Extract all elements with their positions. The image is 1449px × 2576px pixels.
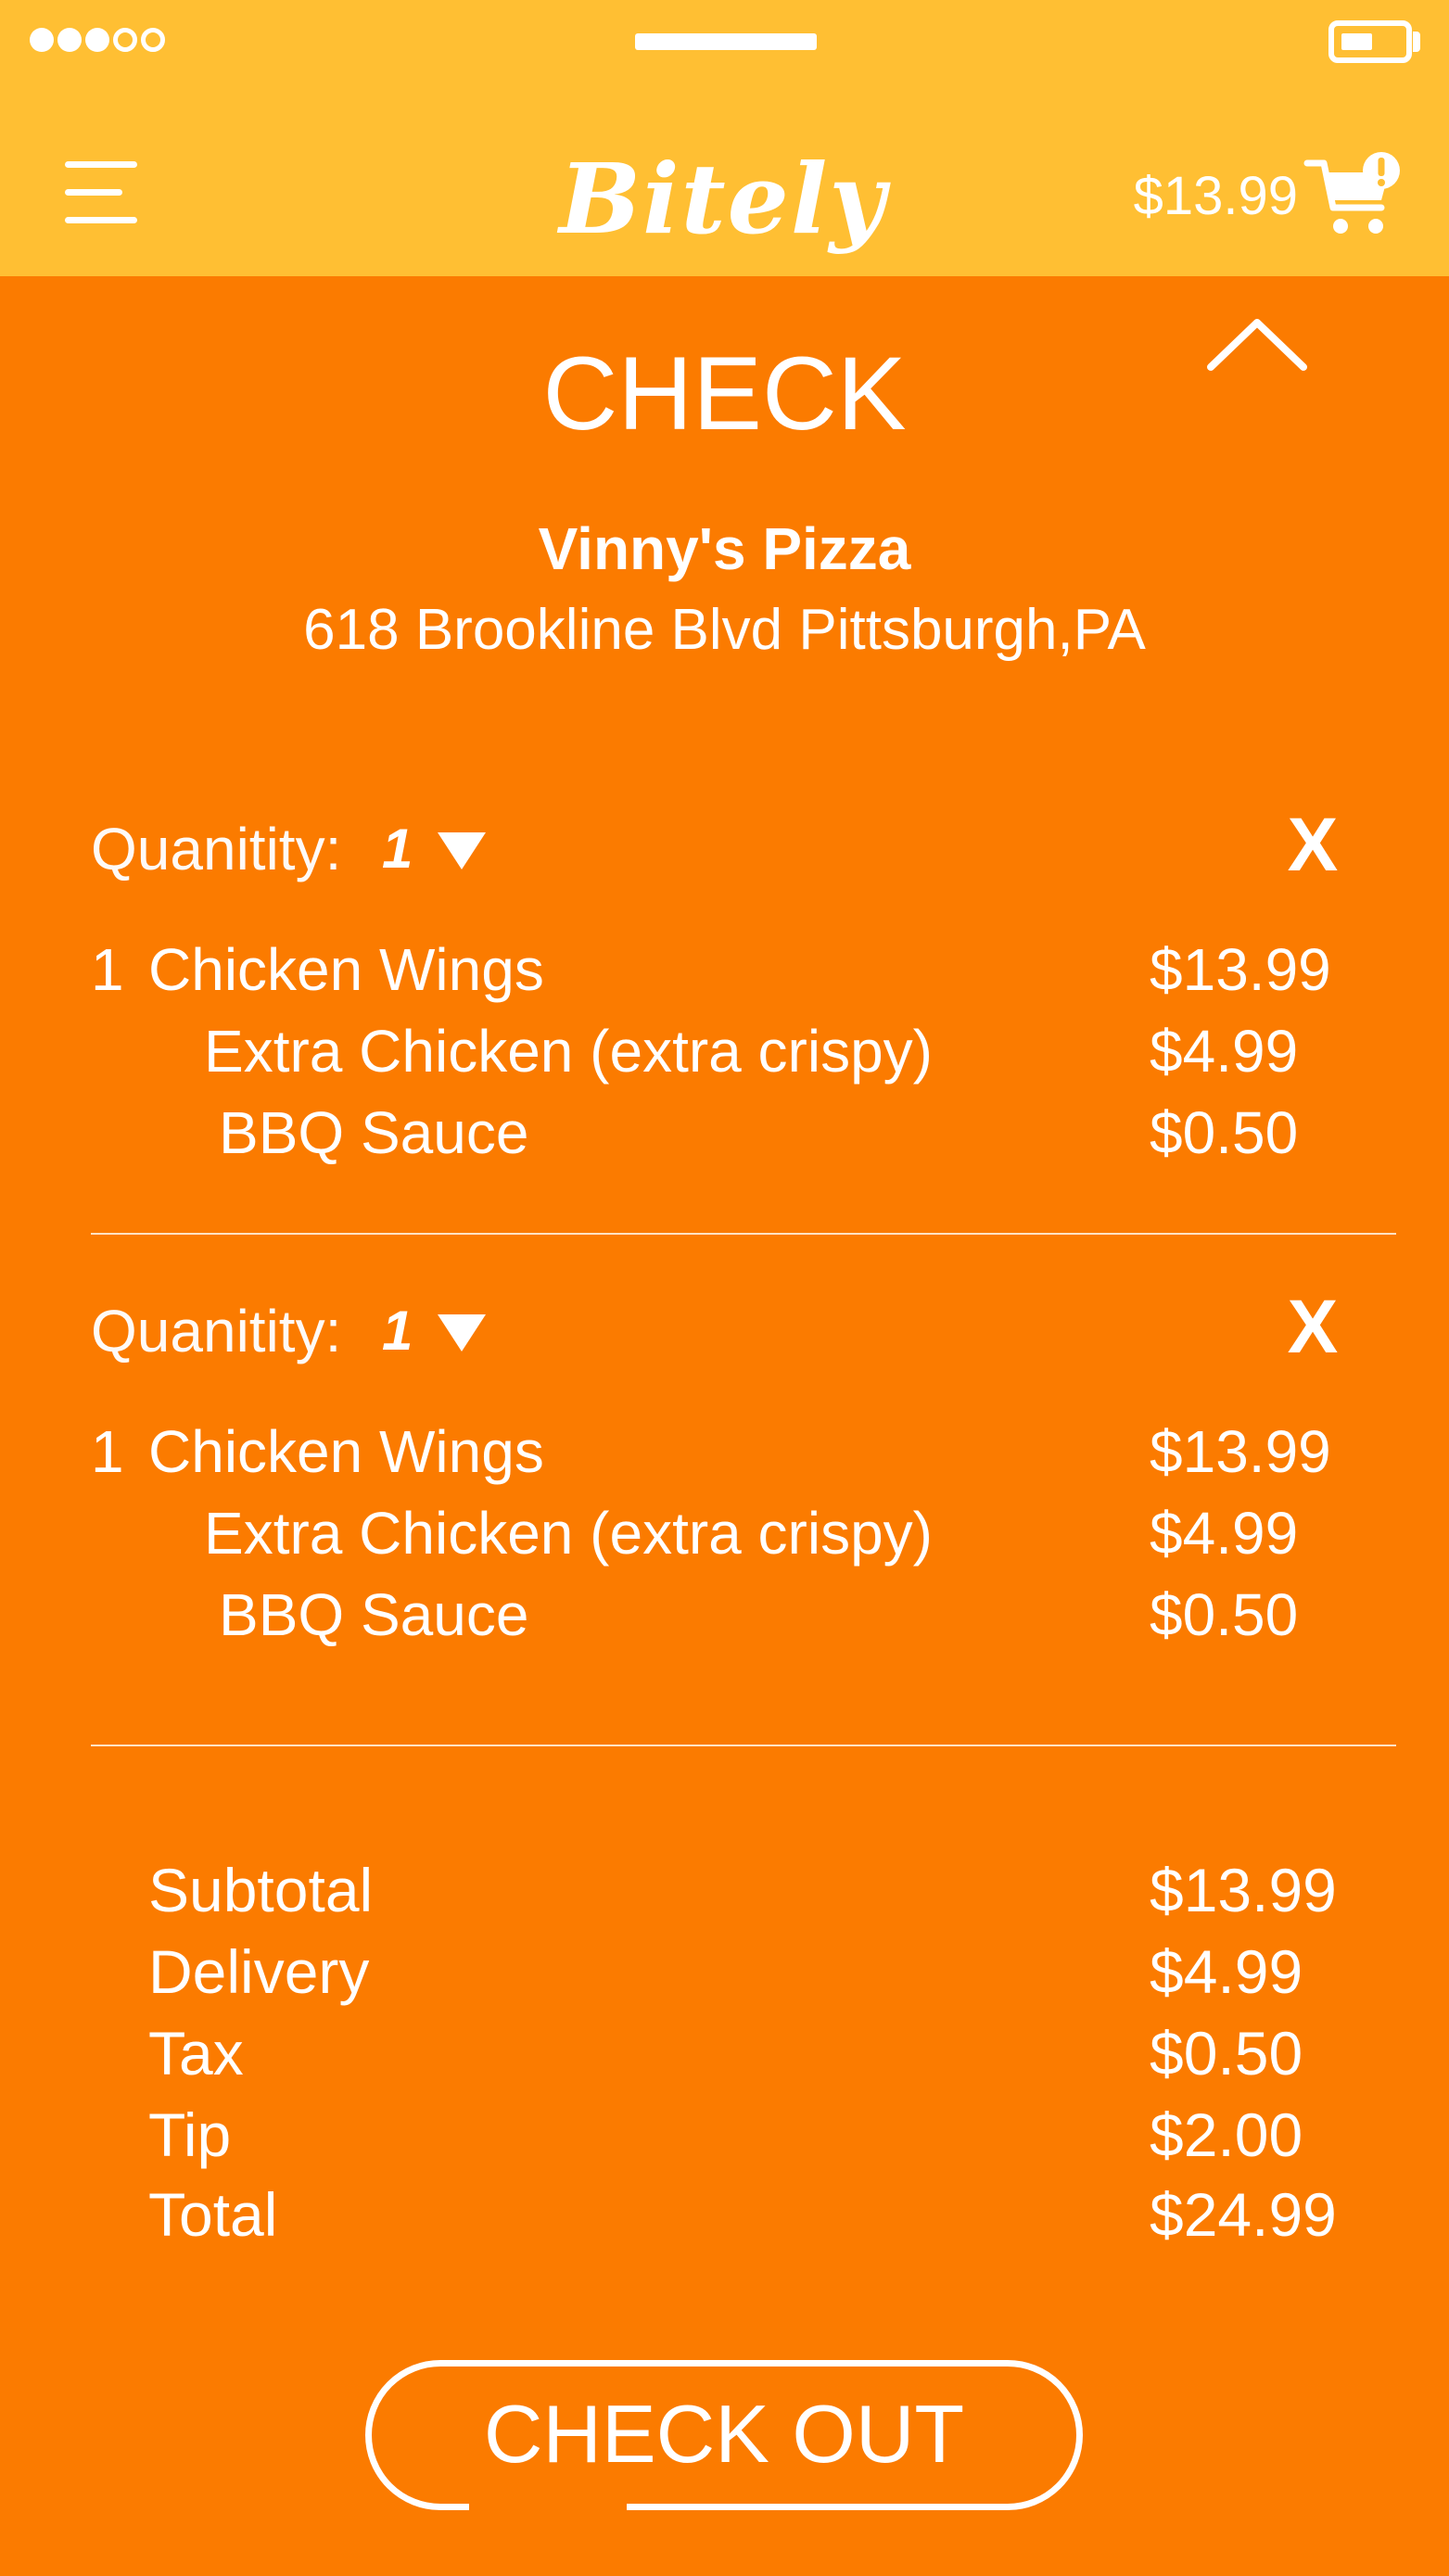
subtotal-value: $13.99: [1150, 1856, 1337, 1924]
signal-dot-icon: [57, 28, 82, 52]
signal-dot-icon: [30, 28, 54, 52]
battery-level-fill: [1341, 33, 1372, 50]
tax-label: Tax: [148, 2019, 244, 2087]
restaurant-name: Vinny's Pizza: [538, 515, 911, 582]
shopping-cart-alert-icon[interactable]: [1303, 152, 1405, 241]
item-option-name: Extra Chicken (extra crispy): [204, 1500, 933, 1567]
signal-dot-icon: [85, 28, 109, 52]
chevron-up-icon[interactable]: [1205, 315, 1309, 374]
tax-value: $0.50: [1150, 2019, 1303, 2087]
app-logo: Bitely: [559, 142, 887, 256]
tip-value: $2.00: [1150, 2100, 1303, 2169]
subtotal-label: Subtotal: [148, 1856, 374, 1924]
cart-total[interactable]: $13.99: [1094, 159, 1298, 234]
quantity-dropdown-arrow-icon[interactable]: [436, 1313, 488, 1353]
quantity-value[interactable]: 1: [382, 812, 413, 886]
restaurant-address: 618 Brookline Blvd Pittsburgh,PA: [303, 598, 1146, 662]
signal-dot-empty-icon: [113, 28, 137, 52]
item-option-name: BBQ Sauce: [219, 1581, 529, 1648]
quantity-value[interactable]: 1: [382, 1294, 413, 1368]
tip-label: Tip: [148, 2100, 232, 2169]
divider: [91, 1233, 1396, 1235]
delivery-value: $4.99: [1150, 1937, 1303, 2006]
hamburger-menu-icon[interactable]: [65, 161, 139, 226]
item-quantity: 1: [91, 1418, 124, 1485]
item-option-price: $0.50: [1150, 1099, 1299, 1166]
signal-dot-empty-icon: [141, 28, 165, 52]
item-name: Chicken Wings: [148, 936, 544, 1003]
item-quantity: 1: [91, 936, 124, 1003]
item-option-price: $0.50: [1150, 1581, 1299, 1648]
checkout-button-stroke-gap: [469, 2499, 627, 2514]
item-option-name: Extra Chicken (extra crispy): [204, 1018, 933, 1085]
total-label: Total: [148, 2180, 278, 2249]
quantity-dropdown-arrow-icon[interactable]: [436, 831, 488, 871]
checkout-button[interactable]: CHECK OUT: [365, 2360, 1083, 2510]
battery-icon: [1328, 20, 1412, 63]
remove-item-button[interactable]: X: [1276, 1289, 1350, 1365]
quantity-label: Quanitity:: [91, 1298, 342, 1364]
delivery-label: Delivery: [148, 1937, 370, 2006]
quantity-label: Quanitity:: [91, 816, 342, 882]
item-price: $13.99: [1150, 1418, 1331, 1485]
total-value: $24.99: [1150, 2180, 1337, 2249]
item-price: $13.99: [1150, 936, 1331, 1003]
battery-tip: [1413, 32, 1420, 52]
item-option-price: $4.99: [1150, 1018, 1299, 1085]
item-option-price: $4.99: [1150, 1500, 1299, 1567]
speaker-notch: [635, 33, 817, 50]
item-option-name: BBQ Sauce: [219, 1099, 529, 1166]
divider: [91, 1745, 1396, 1746]
remove-item-button[interactable]: X: [1276, 807, 1350, 883]
item-name: Chicken Wings: [148, 1418, 544, 1485]
